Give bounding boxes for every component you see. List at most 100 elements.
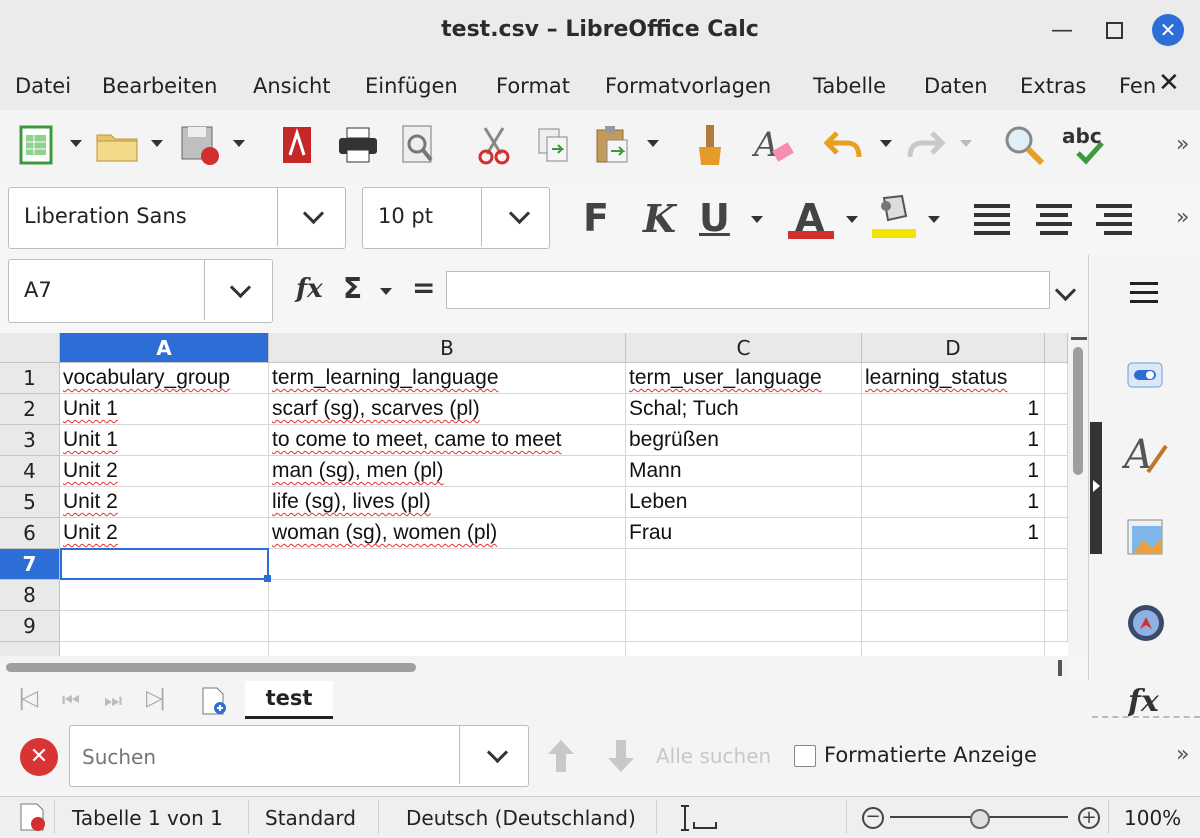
cell-d6[interactable]: 1 — [862, 518, 1045, 549]
row-header-8[interactable]: 8 — [0, 580, 60, 611]
menu-fenster[interactable]: Fen — [1119, 72, 1155, 100]
cell-a3[interactable]: Unit 1 — [60, 425, 269, 456]
styles-icon[interactable]: A — [1120, 432, 1170, 480]
sum-icon[interactable]: Σ — [343, 272, 362, 305]
cell-b4[interactable]: man (sg), men (pl) — [269, 456, 626, 487]
print-icon[interactable] — [336, 122, 380, 168]
cell-c5[interactable]: Leben — [626, 487, 862, 518]
row-header-7[interactable]: 7 — [0, 549, 60, 580]
align-right-icon[interactable] — [1094, 196, 1134, 242]
first-sheet-icon[interactable]: |◁ — [18, 686, 38, 711]
chevron-down-icon[interactable] — [751, 216, 763, 223]
chevron-down-icon[interactable] — [70, 140, 82, 147]
export-pdf-icon[interactable] — [278, 122, 316, 168]
vertical-scroll-thumb[interactable] — [1073, 347, 1083, 475]
formatted-display-label[interactable]: Formatierte Anzeige — [824, 743, 1037, 767]
cell-d10[interactable] — [862, 642, 1045, 656]
row-header-9[interactable]: 9 — [0, 611, 60, 642]
cell-b8[interactable] — [269, 580, 626, 611]
last-sheet-icon[interactable]: ▷| — [146, 686, 166, 711]
cell-d2[interactable]: 1 — [862, 394, 1045, 425]
find-replace-icon[interactable] — [1002, 122, 1048, 168]
cell-e6[interactable] — [1045, 518, 1068, 549]
find-search-input[interactable] — [80, 740, 454, 774]
row-header-5[interactable]: 5 — [0, 487, 60, 518]
horizontal-scrollbar[interactable] — [0, 656, 1068, 680]
cell-a2[interactable]: Unit 1 — [60, 394, 269, 425]
cell-a5[interactable]: Unit 2 — [60, 487, 269, 518]
menu-formatvorlagen[interactable]: Formatvorlagen — [605, 72, 771, 100]
zoom-out-icon[interactable]: − — [862, 807, 884, 829]
cell-a9[interactable] — [60, 611, 269, 642]
zoom-in-icon[interactable]: + — [1078, 807, 1100, 829]
navigator-icon[interactable] — [1126, 603, 1168, 649]
sheet-tab-test[interactable]: test — [245, 681, 333, 719]
cell-c6[interactable]: Frau — [626, 518, 862, 549]
print-preview-icon[interactable] — [398, 122, 438, 168]
cell-e7[interactable] — [1045, 549, 1068, 580]
cell-a8[interactable] — [60, 580, 269, 611]
copy-icon[interactable] — [534, 122, 574, 168]
row-header-2[interactable]: 2 — [0, 394, 60, 425]
cell-e5[interactable] — [1045, 487, 1068, 518]
cell-c2[interactable]: Schal; Tuch — [626, 394, 862, 425]
chevron-down-icon[interactable] — [928, 216, 940, 223]
cell-c8[interactable] — [626, 580, 862, 611]
close-window-button[interactable]: ✕ — [1152, 14, 1184, 46]
save-icon[interactable] — [178, 122, 222, 168]
formatted-display-checkbox[interactable] — [794, 745, 816, 767]
italic-button[interactable]: K — [643, 196, 676, 241]
align-center-icon[interactable] — [1034, 196, 1074, 242]
cell-d5[interactable]: 1 — [862, 487, 1045, 518]
align-left-icon[interactable] — [972, 196, 1012, 242]
cell-c10[interactable] — [626, 642, 862, 656]
clone-formatting-icon[interactable] — [690, 122, 730, 168]
previous-sheet-icon[interactable]: ⏮ — [62, 688, 80, 712]
cell-d8[interactable] — [862, 580, 1045, 611]
cell-a10[interactable] — [60, 642, 269, 656]
column-header-e[interactable] — [1045, 333, 1068, 363]
cell-b2[interactable]: scarf (sg), scarves (pl) — [269, 394, 626, 425]
sidebar-collapse-handle[interactable] — [1090, 422, 1102, 554]
cell-b5[interactable]: life (sg), lives (pl) — [269, 487, 626, 518]
insert-sheet-icon[interactable] — [200, 686, 228, 720]
clear-formatting-icon[interactable]: A — [752, 122, 796, 168]
language-status[interactable]: Deutsch (Deutschland) — [406, 806, 636, 830]
next-sheet-icon[interactable]: ⏭ — [104, 688, 122, 712]
function-wizard-icon[interactable]: fx — [296, 274, 323, 304]
font-size-value[interactable]: 10 pt — [378, 204, 433, 228]
cell-d7[interactable] — [862, 549, 1045, 580]
chevron-down-icon[interactable] — [647, 140, 659, 147]
minimize-button[interactable]: — — [1046, 14, 1078, 46]
cell-d3[interactable]: 1 — [862, 425, 1045, 456]
toolbar-overflow-icon[interactable]: » — [1176, 132, 1189, 157]
chevron-down-icon[interactable] — [880, 140, 892, 147]
row-header-3[interactable]: 3 — [0, 425, 60, 456]
redo-icon[interactable] — [906, 122, 946, 168]
cell-e2[interactable] — [1045, 394, 1068, 425]
fill-handle[interactable] — [264, 575, 271, 582]
cell-b10[interactable] — [269, 642, 626, 656]
zoom-level[interactable]: 100% — [1124, 806, 1181, 830]
undo-icon[interactable] — [822, 122, 864, 168]
chevron-down-icon[interactable] — [151, 140, 163, 147]
cell-a1[interactable]: vocabulary_group — [60, 363, 269, 394]
cut-icon[interactable] — [474, 122, 514, 168]
menu-datei[interactable]: Datei — [15, 72, 71, 100]
paste-icon[interactable] — [592, 122, 632, 168]
cell-e8[interactable] — [1045, 580, 1068, 611]
formula-equals-icon[interactable]: = — [412, 271, 435, 304]
new-spreadsheet-icon[interactable] — [17, 122, 55, 168]
document-modified-icon[interactable] — [18, 802, 48, 836]
highlight-color-icon[interactable] — [872, 192, 916, 238]
gallery-icon[interactable] — [1124, 518, 1168, 564]
menu-bearbeiten[interactable]: Bearbeiten — [102, 72, 217, 100]
close-document-icon[interactable]: ✕ — [1158, 68, 1180, 98]
chevron-down-icon[interactable] — [846, 216, 858, 223]
column-header-b[interactable]: B — [269, 333, 626, 363]
menu-daten[interactable]: Daten — [924, 72, 988, 100]
cell-c9[interactable] — [626, 611, 862, 642]
spellcheck-icon[interactable]: abc — [1060, 122, 1110, 168]
horizontal-scroll-thumb[interactable] — [6, 663, 416, 672]
cell-a4[interactable]: Unit 2 — [60, 456, 269, 487]
